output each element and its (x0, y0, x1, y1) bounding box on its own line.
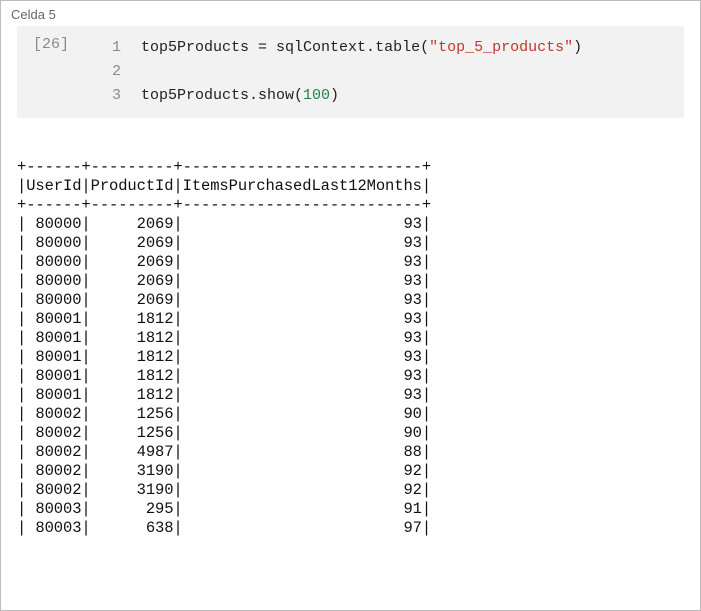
code-token: sqlContext.table( (276, 39, 429, 56)
output-row: | 80000| 2069| 93| (17, 234, 431, 252)
code-token: = (249, 39, 276, 56)
output-row: | 80001| 1812| 93| (17, 310, 431, 328)
code-token-number: 100 (303, 87, 330, 104)
output-row: | 80002| 3190| 92| (17, 481, 431, 499)
output-row: | 80002| 1256| 90| (17, 424, 431, 442)
cell-title: Celda 5 (1, 1, 700, 26)
output-border: +------+---------+----------------------… (17, 158, 431, 176)
output-row: | 80001| 1812| 93| (17, 367, 431, 385)
execution-count: [26] (17, 26, 95, 118)
code-token: ) (330, 87, 339, 104)
output-row: | 80003| 638| 97| (17, 519, 431, 537)
output-row: | 80000| 2069| 93| (17, 272, 431, 290)
code-token: top5Products.show( (141, 87, 303, 104)
output-row: | 80002| 1256| 90| (17, 405, 431, 423)
code-token: top5Products (141, 39, 249, 56)
line-number: 3 (112, 87, 121, 104)
output-row: | 80002| 3190| 92| (17, 462, 431, 480)
output-border: +------+---------+----------------------… (17, 196, 431, 214)
line-number: 1 (112, 39, 121, 56)
output-row: | 80001| 1812| 93| (17, 329, 431, 347)
output-row: | 80003| 295| 91| (17, 500, 431, 518)
output-row: | 80000| 2069| 93| (17, 253, 431, 271)
code-editor[interactable]: top5Products = sqlContext.table("top_5_p… (135, 26, 684, 118)
output-row: | 80001| 1812| 93| (17, 386, 431, 404)
code-cell[interactable]: [26] 1 2 3 top5Products = sqlContext.tab… (17, 26, 684, 118)
output-header-row: |UserId|ProductId|ItemsPurchasedLast12Mo… (17, 177, 431, 195)
cell-output: +------+---------+----------------------… (17, 158, 684, 538)
output-row: | 80000| 2069| 93| (17, 215, 431, 233)
output-row: | 80000| 2069| 93| (17, 291, 431, 309)
output-row: | 80002| 4987| 88| (17, 443, 431, 461)
output-row: | 80001| 1812| 93| (17, 348, 431, 366)
code-token: ) (573, 39, 582, 56)
line-number: 2 (112, 63, 121, 80)
line-gutter: 1 2 3 (95, 26, 135, 118)
code-token-string: "top_5_products" (429, 39, 573, 56)
